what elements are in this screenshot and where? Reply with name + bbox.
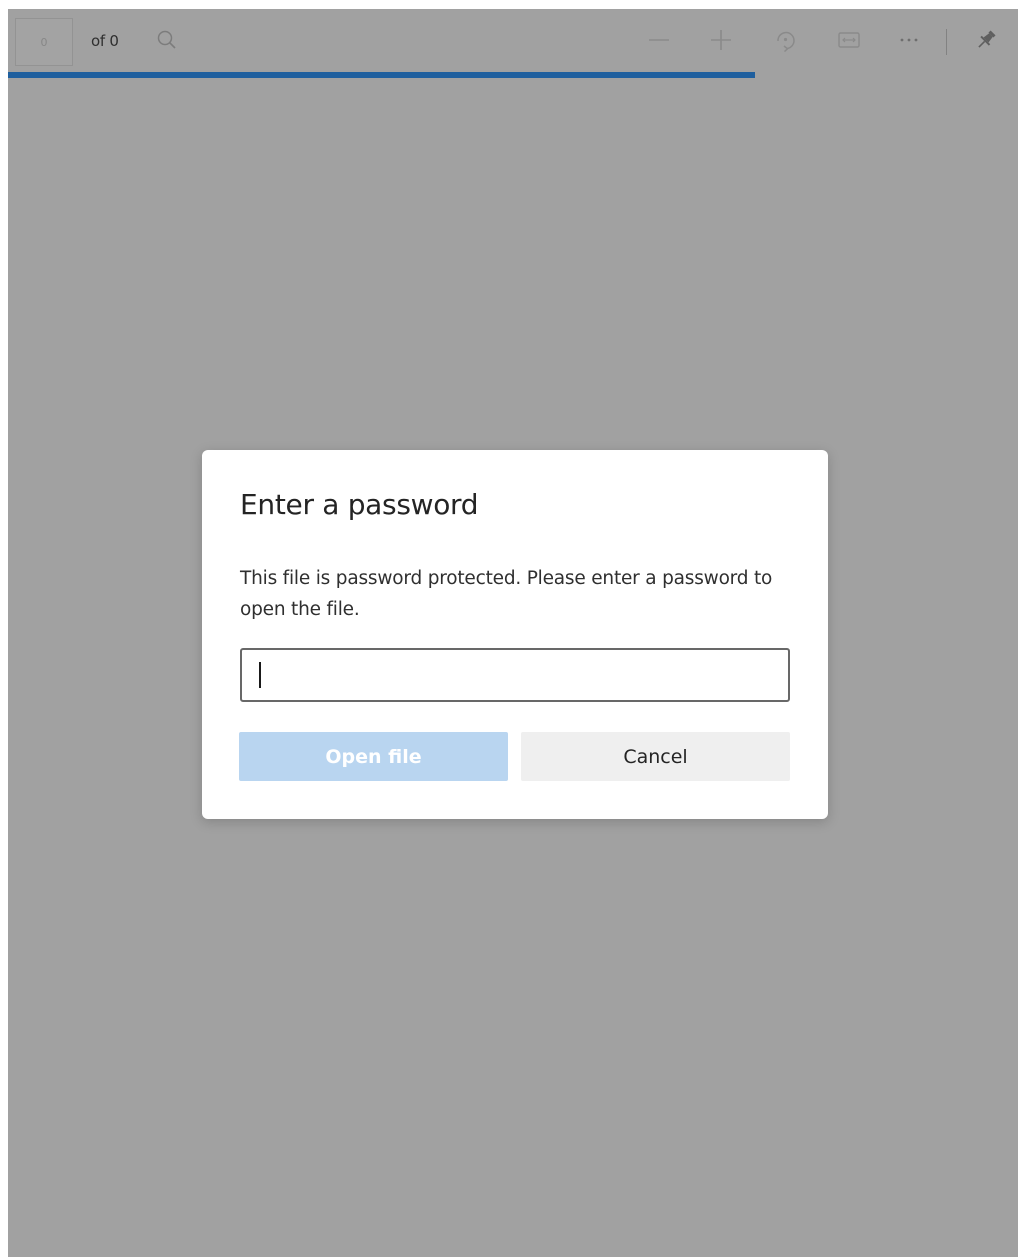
search-icon[interactable] [153,26,181,54]
page-number-input[interactable] [15,18,73,66]
dialog-title: Enter a password [240,488,479,521]
pin-icon[interactable] [972,26,1000,54]
page-count: of 0 [91,32,119,50]
plus-icon[interactable] [707,26,735,54]
loading-progress-fill [8,72,756,78]
password-dialog: Enter a password This file is password p… [202,450,828,819]
cancel-button[interactable]: Cancel [521,732,790,781]
fit-width-icon[interactable] [835,26,863,54]
text-caret [259,662,261,688]
password-input[interactable] [240,648,790,702]
more-icon[interactable] [895,26,923,54]
minus-icon[interactable] [645,26,673,54]
rotate-icon[interactable] [771,26,799,54]
loading-progress-bar [8,72,1018,78]
pdf-viewer: of 0 [8,9,1018,1257]
open-file-button[interactable]: Open file [239,732,508,781]
toolbar-separator [946,29,947,55]
dialog-message: This file is password protected. Please … [240,568,773,620]
toolbar: of 0 [8,9,1018,72]
